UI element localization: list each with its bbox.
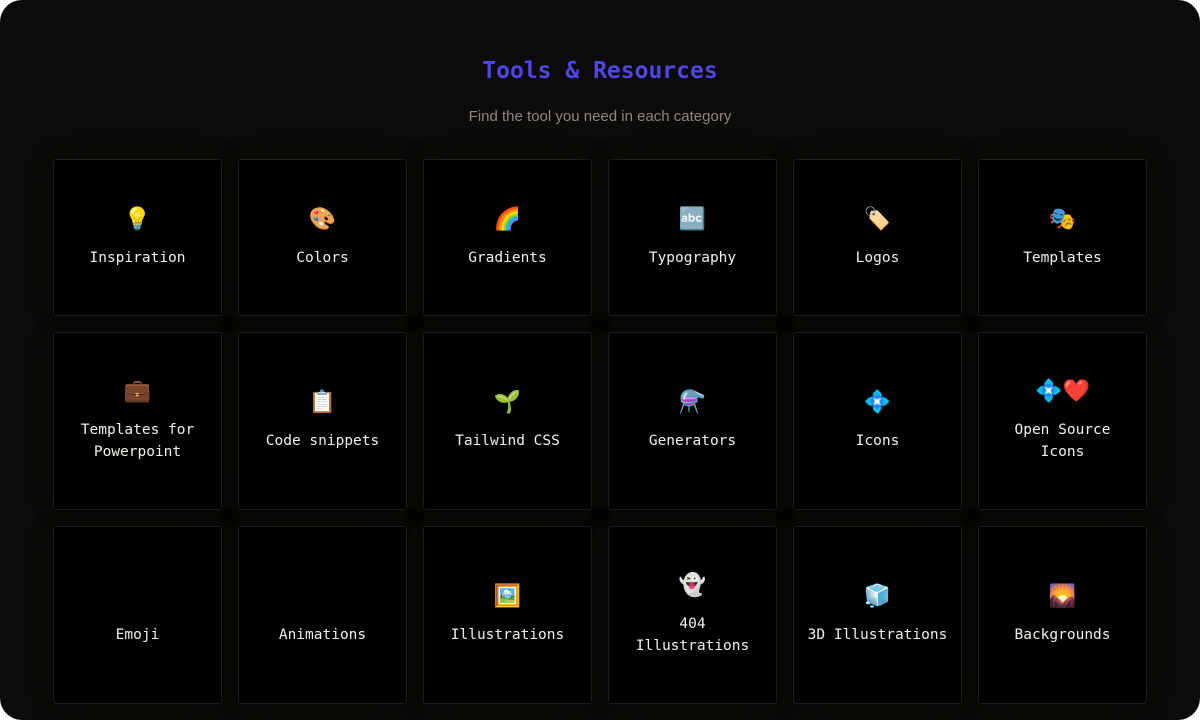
page-title: Tools & Resources <box>482 58 718 84</box>
category-label: Open Source Icons <box>1014 422 1111 460</box>
lightning-icon: ⚡ <box>314 584 331 609</box>
category-card[interactable]: 🎭 Templates <box>978 159 1147 316</box>
diamond-heart-icon: 💠❤️ <box>1035 379 1090 404</box>
category-label: Backgrounds <box>1014 627 1111 643</box>
category-card[interactable]: 🌈 Gradients <box>423 159 592 316</box>
category-card[interactable]: 📋 Code snippets <box>238 332 407 510</box>
category-card[interactable]: 💼 Templates for Powerpoint <box>53 332 222 510</box>
category-card[interactable]: 🎨 Colors <box>238 159 407 316</box>
category-label: Generators <box>648 433 737 449</box>
category-label: Colors <box>296 249 349 266</box>
abc-icon: 🔤 <box>678 206 707 232</box>
category-label: Gradients <box>468 249 547 266</box>
lightbulb-icon: 💡 <box>123 206 152 232</box>
category-label: Templates <box>1023 249 1102 266</box>
category-card[interactable]: 🏷️ Logos <box>793 159 962 316</box>
category-card[interactable]: 👻 404 Illustrations <box>608 526 777 704</box>
category-label: Emoji <box>115 627 160 643</box>
category-grid: 💡 Inspiration 🎨 Colors 🌈 Gradients 🔤 Typ… <box>53 159 1147 704</box>
category-card[interactable]: ⚗️ Generators <box>608 332 777 510</box>
category-label: 404 Illustrations <box>635 616 750 654</box>
ice-cube-icon: 🧊 <box>863 584 892 609</box>
performing-arts-icon: 🎭 <box>1048 206 1077 232</box>
briefcase-icon: 💼 <box>123 379 152 404</box>
page-subtitle: Find the tool you need in each category <box>468 108 732 125</box>
label-tag-icon: 🏷️ <box>863 206 892 232</box>
category-card[interactable]: 💡 Inspiration <box>53 159 222 316</box>
category-card[interactable]: 🖼️ Illustrations <box>423 526 592 704</box>
alembic-icon: ⚗️ <box>678 390 707 415</box>
category-label: Templates for Powerpoint <box>80 422 195 460</box>
clipboard-icon: 📋 <box>308 390 337 415</box>
category-card[interactable]: 🔤 Typography <box>608 159 777 316</box>
diamond-icon: 💠 <box>863 390 892 415</box>
grinning-face-icon: 😀 <box>126 584 149 609</box>
category-label: Code snippets <box>265 433 380 449</box>
category-label: Logos <box>855 249 900 266</box>
ghost-icon: 👻 <box>678 573 707 598</box>
category-card[interactable]: 🌄 Backgrounds <box>978 526 1147 704</box>
category-card[interactable]: 💠❤️ Open Source Icons <box>978 332 1147 510</box>
category-card[interactable]: 🧊 3D Illustrations <box>793 526 962 704</box>
category-card[interactable]: 💠 Icons <box>793 332 962 510</box>
page-container: Tools & Resources Find the tool you need… <box>0 0 1200 720</box>
category-label: Tailwind CSS <box>455 433 560 449</box>
framed-picture-icon: 🖼️ <box>493 584 522 609</box>
category-card[interactable]: 🌱 Tailwind CSS <box>423 332 592 510</box>
sunrise-mountains-icon: 🌄 <box>1048 584 1077 609</box>
category-label: Illustrations <box>450 627 565 643</box>
category-label: Typography <box>648 249 737 266</box>
category-label: 3D Illustrations <box>807 627 948 643</box>
palette-icon: 🎨 <box>308 206 337 232</box>
category-label: Animations <box>278 627 367 643</box>
category-label: Inspiration <box>89 249 186 266</box>
category-card[interactable]: ⚡ Animations <box>238 526 407 704</box>
category-label: Icons <box>855 433 900 449</box>
category-card[interactable]: 😀 Emoji <box>53 526 222 704</box>
seedling-icon: 🌱 <box>493 390 522 415</box>
rainbow-icon: 🌈 <box>493 206 522 232</box>
